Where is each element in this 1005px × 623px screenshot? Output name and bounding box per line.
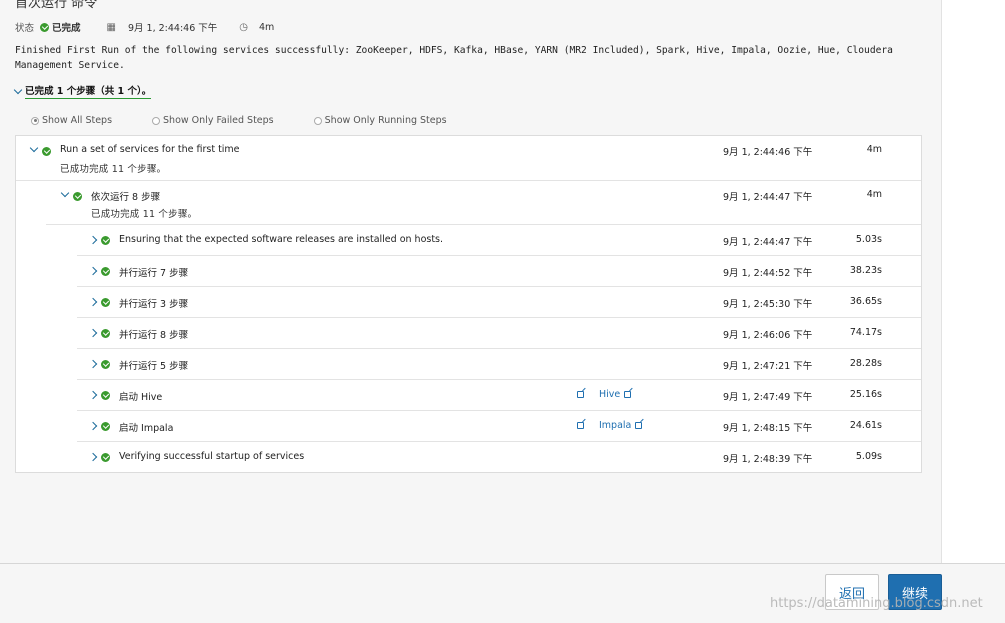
filter-label: Show All Steps bbox=[42, 115, 113, 126]
step-filters: Show All Steps Show Only Failed Steps Sh… bbox=[31, 115, 447, 126]
check-circle-icon bbox=[40, 22, 50, 32]
step-duration: 36.65s bbox=[849, 296, 882, 307]
chevron-right-icon[interactable] bbox=[88, 359, 98, 369]
step-row-root: Run a set of services for the first time… bbox=[16, 136, 921, 181]
check-circle-icon bbox=[101, 391, 110, 400]
check-circle-icon bbox=[42, 147, 51, 156]
check-circle-icon bbox=[101, 298, 110, 307]
step-row: 并行运行 3 步骤 9月 1, 2:45:30 下午 36.65s bbox=[77, 287, 921, 318]
step-summary: 已成功完成 11 个步骤。 bbox=[91, 209, 198, 220]
step-time: 9月 1, 2:48:39 下午 bbox=[723, 454, 813, 465]
radio-icon[interactable] bbox=[31, 116, 39, 125]
step-name: 并行运行 7 步骤 bbox=[119, 268, 189, 279]
step-summary: 已成功完成 11 个步骤。 bbox=[60, 164, 167, 175]
chevron-down-icon[interactable] bbox=[29, 143, 39, 153]
step-row: Ensuring that the expected software rele… bbox=[77, 225, 921, 256]
step-row: 启动 Hive Hive 9月 1, 2:47:49 下午 25.16s bbox=[77, 380, 921, 411]
chevron-right-icon[interactable] bbox=[88, 390, 98, 400]
step-name: 启动 Impala bbox=[119, 423, 174, 434]
step-time: 9月 1, 2:44:47 下午 bbox=[723, 237, 813, 248]
external-link-icon[interactable] bbox=[577, 422, 584, 429]
calendar-icon: ▦ bbox=[106, 21, 116, 33]
service-link-hive[interactable]: Hive bbox=[599, 389, 632, 400]
chevron-right-icon[interactable] bbox=[88, 266, 98, 276]
step-time: 9月 1, 2:47:49 下午 bbox=[723, 392, 813, 403]
status-duration: 4m bbox=[259, 21, 275, 33]
step-row: 并行运行 8 步骤 9月 1, 2:46:06 下午 74.17s bbox=[77, 318, 921, 349]
check-circle-icon bbox=[101, 422, 110, 431]
service-link-impala[interactable]: Impala bbox=[599, 420, 643, 431]
check-circle-icon bbox=[101, 453, 110, 462]
chevron-right-icon[interactable] bbox=[88, 297, 98, 307]
check-circle-icon bbox=[101, 236, 110, 245]
page-title: 首次运行 命令 bbox=[15, 0, 98, 11]
step-time: 9月 1, 2:47:21 下午 bbox=[723, 361, 813, 372]
step-name: Run a set of services for the first time bbox=[60, 144, 240, 155]
watermark: https://datamining.blog.csdn.net bbox=[770, 596, 983, 611]
step-duration: 28.28s bbox=[849, 358, 882, 369]
step-duration: 38.23s bbox=[849, 265, 882, 276]
chevron-down-icon[interactable] bbox=[60, 188, 70, 198]
filter-failed-steps[interactable]: Show Only Failed Steps bbox=[152, 115, 274, 126]
steps-table: Run a set of services for the first time… bbox=[15, 135, 922, 473]
step-duration: 74.17s bbox=[849, 327, 882, 338]
chevron-right-icon[interactable] bbox=[88, 328, 98, 338]
chevron-right-icon[interactable] bbox=[88, 235, 98, 245]
check-circle-icon bbox=[73, 192, 82, 201]
main-content: 首次运行 命令 状态 已完成 ▦ 9月 1, 2:44:46 下午 ◷ 4m F… bbox=[0, 0, 941, 563]
step-row-group: 依次运行 8 步骤 已成功完成 11 个步骤。 9月 1, 2:44:47 下午… bbox=[46, 181, 921, 225]
external-link-icon bbox=[624, 391, 632, 398]
step-name: 依次运行 8 步骤 bbox=[91, 192, 161, 203]
step-time: 9月 1, 2:44:47 下午 bbox=[723, 192, 813, 203]
filter-all-steps[interactable]: Show All Steps bbox=[31, 115, 112, 126]
filter-running-steps[interactable]: Show Only Running Steps bbox=[313, 115, 447, 126]
chevron-down-icon bbox=[13, 85, 23, 94]
step-name: 并行运行 3 步骤 bbox=[119, 299, 189, 310]
step-name: 并行运行 8 步骤 bbox=[119, 330, 189, 341]
step-duration: 4m bbox=[866, 189, 882, 200]
service-link-label[interactable]: Impala bbox=[599, 420, 631, 431]
step-row: Verifying successful startup of services… bbox=[77, 442, 921, 473]
step-duration: 24.61s bbox=[849, 420, 882, 431]
clock-icon: ◷ bbox=[239, 21, 249, 33]
step-name: 并行运行 5 步骤 bbox=[119, 361, 189, 372]
status-label: 状态 bbox=[15, 23, 35, 34]
filter-label: Show Only Failed Steps bbox=[163, 115, 274, 126]
step-time: 9月 1, 2:44:52 下午 bbox=[723, 268, 813, 279]
step-name: Verifying successful startup of services bbox=[119, 451, 305, 462]
step-time: 9月 1, 2:46:06 下午 bbox=[723, 330, 813, 341]
step-name: Ensuring that the expected software rele… bbox=[119, 234, 444, 245]
status-line: 状态 已完成 ▦ 9月 1, 2:44:46 下午 ◷ 4m bbox=[15, 20, 275, 35]
service-link-label[interactable]: Hive bbox=[599, 389, 620, 400]
steps-summary-toggle[interactable]: 已完成 1 个步骤（共 1 个）。 bbox=[13, 83, 152, 99]
step-name: 启动 Hive bbox=[119, 392, 163, 403]
step-row: 启动 Impala Impala 9月 1, 2:48:15 下午 24.61s bbox=[77, 411, 921, 442]
right-panel bbox=[941, 0, 1005, 563]
step-duration: 5.03s bbox=[855, 234, 882, 245]
footer-bar: 返回 继续 bbox=[0, 563, 1005, 623]
step-time: 9月 1, 2:45:30 下午 bbox=[723, 299, 813, 310]
step-time: 9月 1, 2:44:46 下午 bbox=[723, 147, 813, 158]
steps-summary: 已完成 1 个步骤（共 1 个）。 bbox=[25, 83, 152, 99]
external-link-icon bbox=[635, 422, 643, 429]
status-value: 已完成 bbox=[52, 23, 81, 34]
check-circle-icon bbox=[101, 267, 110, 276]
step-duration: 4m bbox=[866, 144, 882, 155]
check-circle-icon bbox=[101, 360, 110, 369]
radio-icon[interactable] bbox=[152, 116, 161, 125]
step-row: 并行运行 5 步骤 9月 1, 2:47:21 下午 28.28s bbox=[77, 349, 921, 380]
check-circle-icon bbox=[101, 329, 110, 338]
result-message: Finished First Run of the following serv… bbox=[15, 45, 899, 71]
radio-icon[interactable] bbox=[313, 116, 322, 125]
chevron-right-icon[interactable] bbox=[88, 421, 98, 431]
chevron-right-icon[interactable] bbox=[88, 452, 98, 462]
filter-label: Show Only Running Steps bbox=[324, 115, 447, 126]
external-link-icon[interactable] bbox=[577, 391, 584, 398]
step-duration: 5.09s bbox=[855, 451, 882, 462]
status-date: 9月 1, 2:44:46 下午 bbox=[127, 23, 218, 34]
step-duration: 25.16s bbox=[849, 389, 882, 400]
status-badge: 已完成 bbox=[40, 20, 81, 34]
step-row: 并行运行 7 步骤 9月 1, 2:44:52 下午 38.23s bbox=[77, 256, 921, 287]
step-time: 9月 1, 2:48:15 下午 bbox=[723, 423, 813, 434]
